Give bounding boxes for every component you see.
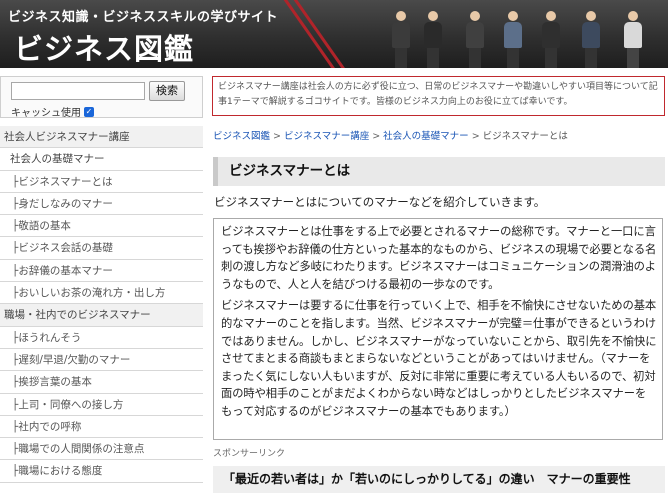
sidebar-menu: 社会人ビジネスマナー講座 社会人の基礎マナー ├ビジネスマナーとは ├身だしなみのマナ…: [0, 126, 203, 483]
sidebar-menu-item[interactable]: ├職場での人間関係の注意点: [0, 438, 203, 461]
breadcrumb: ビジネス図鑑 > ビジネスマナー講座 > 社会人の基礎マナー > ビジネスマナーとは: [213, 128, 568, 142]
article-paragraph: ビジネスマナーとは仕事をする上で必要とされるマナーの総称です。マナーと一口に言っ…: [221, 225, 657, 291]
sidebar-menu-item[interactable]: ├お辞儀の基本マナー: [0, 260, 203, 283]
site-notice: ビジネスマナー講座は社会人の方に必ず役に立つ、日常のビジネスマナーや勘違いしやす…: [212, 76, 665, 116]
next-section-heading: 「最近の若い者は」か「若いのにしっかりしてる」の違い マナーの重要性: [213, 466, 665, 493]
breadcrumb-link[interactable]: 社会人の基礎マナー: [383, 131, 469, 142]
sidebar-menu-item[interactable]: ├ほうれんそう: [0, 327, 203, 349]
sidebar-menu-item[interactable]: ├身だしなみのマナー: [0, 193, 203, 216]
sidebar-category[interactable]: 職場・社内でのビジネスマナー: [0, 304, 203, 327]
article-body: ビジネスマナーとは仕事をする上で必要とされるマナーの総称です。マナーと一口に言っ…: [213, 218, 663, 440]
page-intro: ビジネスマナーとはについてのマナーなどを紹介していきます。: [214, 195, 546, 209]
site-logo[interactable]: ビジネス図鑑: [14, 26, 194, 68]
cache-checkbox[interactable]: ✓: [84, 106, 94, 117]
sidebar-menu-item[interactable]: ├職場における態度: [0, 460, 203, 483]
search-box: 検索 キャッシュ使用 ✓: [0, 76, 203, 119]
breadcrumb-separator: >: [273, 131, 281, 142]
sidebar-menu-item[interactable]: 社会人の基礎マナー: [0, 148, 203, 171]
sidebar: 検索 キャッシュ使用 ✓ 社会人ビジネスマナー講座 社会人の基礎マナー ├ビジネスマ…: [0, 76, 203, 493]
sidebar-menu-item[interactable]: ├社内での呼称: [0, 416, 203, 439]
sidebar-menu-item[interactable]: ├ビジネス会話の基礎: [0, 237, 203, 260]
sidebar-menu-item[interactable]: ├上司・同僚への接し方: [0, 394, 203, 416]
search-input[interactable]: [11, 82, 145, 100]
sidebar-category[interactable]: 社会人ビジネスマナー講座: [0, 126, 203, 149]
sidebar-menu-item[interactable]: ├挨拶言葉の基本: [0, 371, 203, 394]
breadcrumb-separator: >: [471, 131, 480, 142]
article-paragraph: ビジネスマナーは要するに仕事を行っていく上で、相手を不愉快にさせないための基本的…: [221, 299, 657, 418]
breadcrumb-current: ビジネスマナーとは: [482, 131, 568, 142]
sponsor-label: スポンサーリンク: [213, 449, 286, 459]
search-button[interactable]: 検索: [149, 81, 185, 101]
site-header: ビジネス知識・ビジネススキルの学びサイト ビジネス図鑑: [0, 0, 668, 68]
cache-option: キャッシュ使用 ✓: [11, 104, 94, 119]
sidebar-menu-item[interactable]: ├おいしいお茶の淹れ方・出し方: [0, 282, 203, 305]
sidebar-menu-item[interactable]: ├敬語の基本: [0, 215, 203, 238]
header-business-people-image: [372, 8, 668, 68]
breadcrumb-link[interactable]: ビジネスマナー講座: [284, 131, 369, 142]
breadcrumb-link[interactable]: ビジネス図鑑: [213, 131, 270, 142]
sidebar-menu-item[interactable]: ├遅刻/早退/欠勤のマナー: [0, 349, 203, 372]
cache-label: キャッシュ使用: [11, 108, 81, 119]
sidebar-menu-item[interactable]: ├ビジネスマナーとは: [0, 171, 203, 193]
breadcrumb-separator: >: [372, 131, 381, 142]
site-tagline: ビジネス知識・ビジネススキルの学びサイト: [8, 10, 279, 25]
page-title: ビジネスマナーとは: [213, 157, 665, 186]
